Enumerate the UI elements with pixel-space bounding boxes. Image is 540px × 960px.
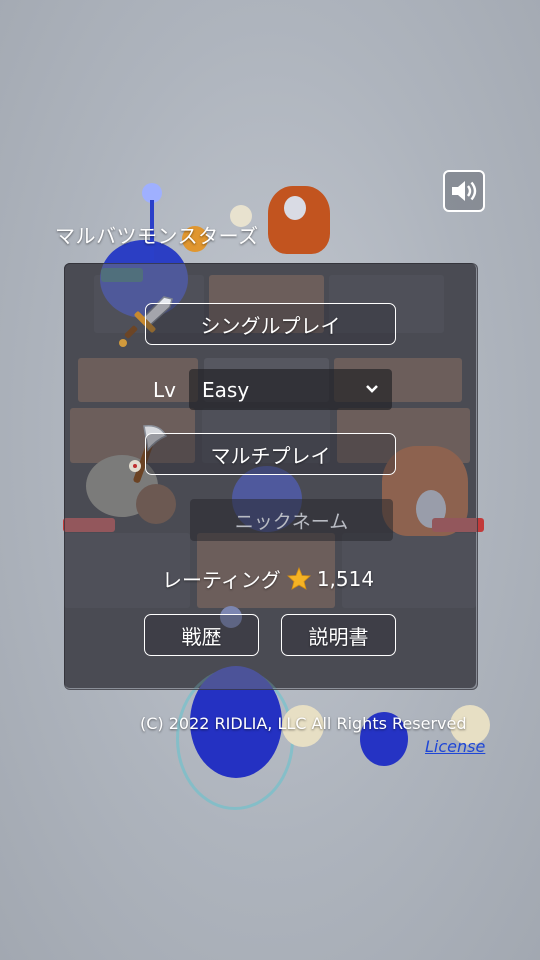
level-label: Lv <box>153 378 176 402</box>
level-select[interactable]: Easy <box>189 369 392 410</box>
sound-toggle-button[interactable] <box>443 170 485 212</box>
speaker-icon <box>452 181 477 201</box>
license-link[interactable]: License <box>425 737 485 756</box>
rating-label: レーティング <box>162 568 281 592</box>
rating-display: レーティング 1,514 <box>162 564 374 593</box>
nickname-input[interactable]: ニックネーム <box>190 499 393 541</box>
reaper-skull <box>284 196 306 220</box>
level-selected-value: Easy <box>202 377 250 402</box>
rating-value: 1,514 <box>316 566 375 591</box>
manual-button[interactable]: 説明書 <box>281 614 396 656</box>
history-button[interactable]: 戦歴 <box>144 614 259 656</box>
copyright-text: (C) 2022 RIDLIA, LLC All Rights Reserved <box>140 714 467 733</box>
single-play-button[interactable]: シングルプレイ <box>145 303 396 345</box>
chevron-down-icon <box>366 385 378 393</box>
star-icon <box>286 567 311 590</box>
multi-play-button[interactable]: マルチプレイ <box>145 433 396 475</box>
game-title: マルバツモンスターズ <box>55 224 259 248</box>
